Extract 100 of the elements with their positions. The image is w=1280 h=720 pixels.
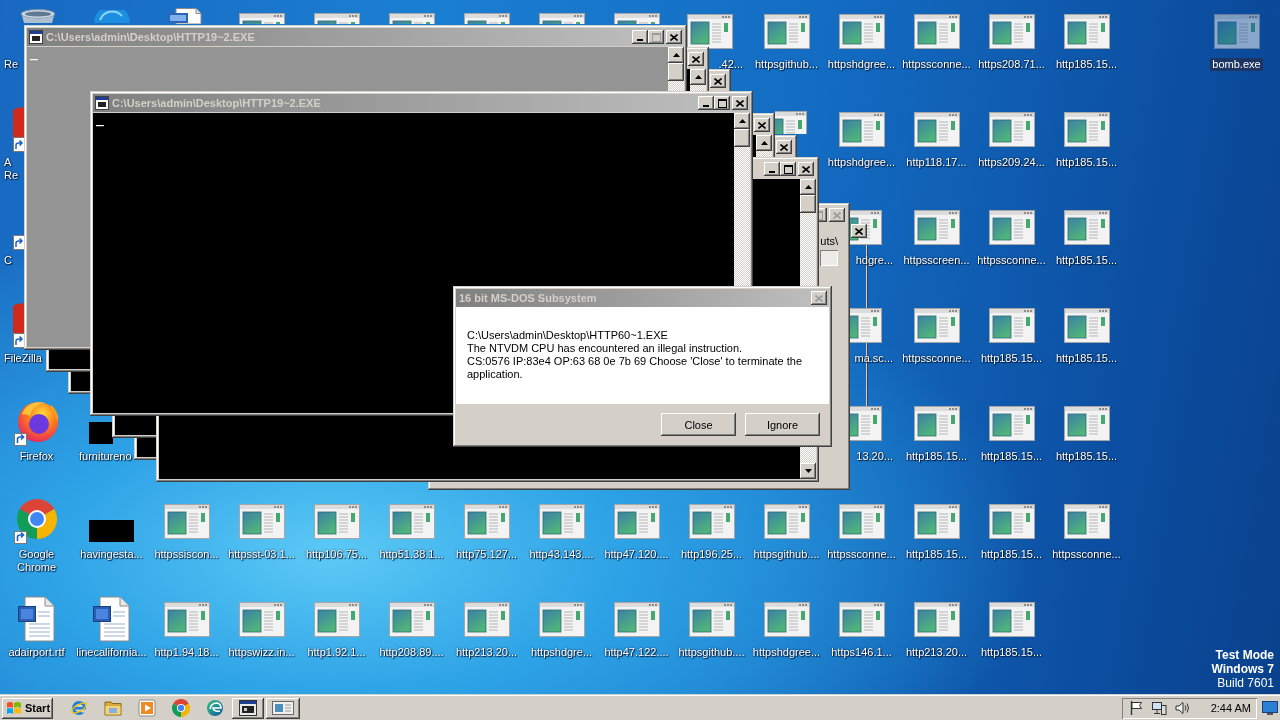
file-name[interactable]: adairport.rtf xyxy=(6,646,67,659)
close-icon[interactable] xyxy=(758,121,766,129)
app-window-icon[interactable] xyxy=(1063,111,1110,147)
file-name[interactable]: .42... xyxy=(716,58,745,71)
shortcut-arrow-icon[interactable] xyxy=(13,106,25,152)
close-icon[interactable] xyxy=(780,143,788,151)
close-icon[interactable] xyxy=(855,227,863,235)
file-name[interactable]: http213.20... xyxy=(453,646,520,659)
file-name[interactable]: http185.15... xyxy=(1053,450,1120,463)
app-window-icon[interactable] xyxy=(763,13,810,49)
scroll-thumb[interactable] xyxy=(734,129,750,147)
file-name[interactable]: http213.20... xyxy=(903,646,970,659)
solid-tile-icon[interactable] xyxy=(89,520,134,542)
app-window-icon[interactable] xyxy=(1063,405,1110,441)
app-window-icon[interactable] xyxy=(913,307,960,343)
app-window-icon[interactable] xyxy=(913,13,960,49)
file-name[interactable]: http185.15... xyxy=(1053,352,1120,365)
file-name[interactable]: http185.15... xyxy=(1053,156,1120,169)
swirl-icon[interactable] xyxy=(206,699,224,717)
play-tile-icon[interactable] xyxy=(138,699,156,717)
close-button[interactable] xyxy=(710,74,726,88)
dialog-button[interactable]: Close xyxy=(661,413,736,436)
file-name[interactable]: linecalifornia... xyxy=(74,646,149,659)
flag-icon[interactable] xyxy=(1128,700,1144,716)
app-window-icon[interactable] xyxy=(850,405,882,441)
file-name[interactable]: httpssconne... xyxy=(825,548,898,561)
file-name[interactable]: http185.15... xyxy=(1053,254,1120,267)
app-window-icon[interactable] xyxy=(988,13,1035,49)
file-name[interactable]: Firefox xyxy=(17,450,56,463)
dialog-button[interactable]: Ignore xyxy=(745,413,820,436)
scroll-up-button[interactable] xyxy=(690,69,706,85)
app-window-icon[interactable] xyxy=(913,405,960,441)
file-name[interactable]: httpsscreen... xyxy=(901,254,972,267)
scroll-down-button[interactable] xyxy=(800,463,816,479)
start-button[interactable]: Start xyxy=(2,697,53,719)
file-name[interactable]: httpshdgree... xyxy=(825,58,898,71)
scroll-thumb[interactable] xyxy=(800,195,816,213)
document-icon[interactable] xyxy=(16,596,57,642)
close-icon[interactable] xyxy=(714,77,722,85)
scroll-up-button[interactable] xyxy=(756,135,772,151)
close-button[interactable] xyxy=(732,96,748,110)
input-field[interactable] xyxy=(820,250,838,266)
file-name[interactable]: http185.15... xyxy=(978,548,1045,561)
up-arrow-icon[interactable] xyxy=(738,119,746,123)
file-name[interactable]: http185.15... xyxy=(903,548,970,561)
document-icon[interactable] xyxy=(91,596,132,642)
close-button[interactable] xyxy=(776,140,792,154)
file-name[interactable]: http185.15... xyxy=(1053,58,1120,71)
app-window-icon[interactable] xyxy=(1063,209,1110,245)
file-name[interactable]: httpssconne... xyxy=(900,352,973,365)
e-orbit-icon[interactable] xyxy=(70,699,88,717)
app-window-icon[interactable] xyxy=(913,209,960,245)
file-name[interactable]: http185.15... xyxy=(903,450,970,463)
scroll-up-button[interactable] xyxy=(734,113,750,129)
file-name[interactable]: httpshdgree... xyxy=(750,646,823,659)
app-window-icon[interactable] xyxy=(838,13,885,49)
down-arrow-icon[interactable] xyxy=(804,469,812,473)
close-icon[interactable] xyxy=(670,33,678,41)
file-name[interactable]: FileZilla xyxy=(2,352,44,365)
up-arrow-icon[interactable] xyxy=(672,53,680,57)
close-icon[interactable] xyxy=(692,55,700,63)
solid-tile-icon[interactable] xyxy=(89,422,113,444)
file-name[interactable]: https209.24... xyxy=(976,156,1047,169)
minimize-button[interactable] xyxy=(764,162,780,176)
file-name[interactable]: http196.25... xyxy=(678,548,745,561)
shortcut-arrow-icon[interactable] xyxy=(13,302,25,348)
scroll-up-button[interactable] xyxy=(668,47,684,63)
close-button[interactable] xyxy=(798,162,814,176)
file-name[interactable]: httpssconne... xyxy=(975,254,1048,267)
app-window-icon[interactable] xyxy=(988,503,1035,539)
bin-icon[interactable] xyxy=(19,9,57,23)
file-name[interactable]: A Re xyxy=(2,156,21,182)
taskbar-button[interactable] xyxy=(232,697,264,719)
file-name[interactable]: httpshdgre... xyxy=(528,646,595,659)
file-name[interactable]: https146.1... xyxy=(829,646,894,659)
shortcut-arrow-icon[interactable] xyxy=(13,235,25,250)
tricolor-circle-icon[interactable] xyxy=(172,699,190,717)
app-window-icon[interactable] xyxy=(988,209,1035,245)
file-name[interactable]: http118.17... xyxy=(904,156,969,169)
app-window-icon[interactable] xyxy=(988,405,1035,441)
close-button[interactable] xyxy=(666,30,682,44)
file-name[interactable]: http47.120.... xyxy=(602,548,671,561)
app-window-icon[interactable] xyxy=(988,601,1035,637)
close-button[interactable] xyxy=(851,224,867,238)
file-name[interactable]: 13.20... xyxy=(854,450,895,463)
file-name[interactable]: furnitureno xyxy=(77,450,134,463)
taskbar-button[interactable] xyxy=(266,697,300,719)
app-window-icon[interactable] xyxy=(686,13,733,49)
scroll-up-button[interactable] xyxy=(800,179,816,195)
app-window-icon[interactable] xyxy=(913,601,960,637)
app-window-icon[interactable] xyxy=(913,111,960,147)
app-window-icon[interactable] xyxy=(1063,307,1110,343)
folder-icon[interactable] xyxy=(104,700,122,716)
file-name[interactable]: httpshdgree... xyxy=(825,156,898,169)
file-name[interactable]: Re xyxy=(2,58,21,71)
speaker-icon[interactable] xyxy=(1174,700,1190,716)
scroll-thumb[interactable] xyxy=(668,63,684,81)
file-name[interactable]: C xyxy=(2,254,14,267)
file-name[interactable]: http47.122.... xyxy=(602,646,671,659)
file-name[interactable]: httpssconne... xyxy=(1050,548,1123,561)
